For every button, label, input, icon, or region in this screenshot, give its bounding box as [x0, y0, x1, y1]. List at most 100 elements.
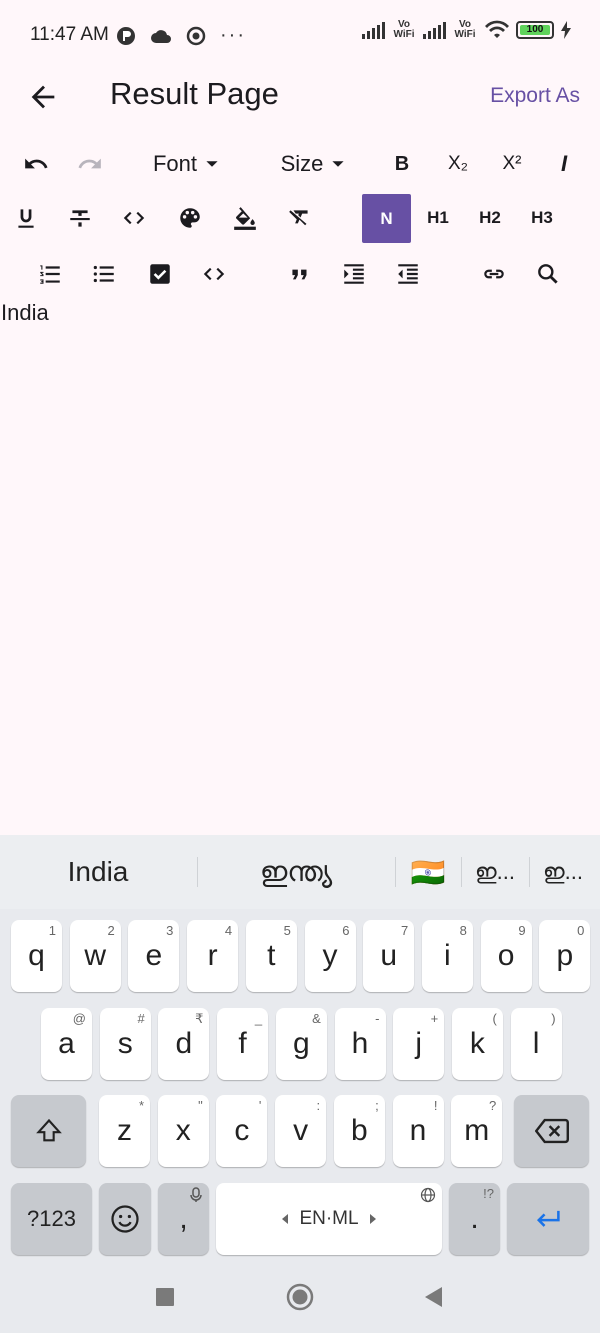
checklist-button[interactable]: [142, 250, 178, 298]
search-button[interactable]: [530, 250, 566, 298]
code-icon: [203, 267, 225, 281]
indent-decrease-button[interactable]: [390, 250, 426, 298]
key-w[interactable]: w2: [69, 920, 121, 992]
code-icon: [123, 211, 145, 225]
symbols-key[interactable]: ?123: [11, 1183, 92, 1255]
bold-button[interactable]: B: [384, 140, 420, 188]
enter-key[interactable]: [507, 1183, 589, 1255]
key-label: g: [292, 1027, 310, 1060]
signal-2-icon: [423, 21, 446, 39]
quote-button[interactable]: [282, 250, 318, 298]
key-g[interactable]: g &: [275, 1008, 327, 1080]
normal-text-button[interactable]: N: [362, 194, 411, 243]
export-as-button[interactable]: Export As: [490, 84, 580, 108]
background-color-button[interactable]: [227, 194, 263, 242]
bullet-list-button[interactable]: [86, 250, 122, 298]
redo-button[interactable]: [72, 140, 108, 188]
key-f[interactable]: f _: [217, 1008, 269, 1080]
key-b[interactable]: b;: [333, 1095, 385, 1167]
battery-level: 100: [520, 25, 550, 35]
numbered-list-button[interactable]: [32, 250, 68, 298]
heading-3-button[interactable]: H3: [524, 194, 560, 242]
key-e[interactable]: e3: [128, 920, 180, 992]
key-label: h: [351, 1027, 369, 1060]
emoji-key[interactable]: [99, 1183, 151, 1255]
charging-icon: [561, 21, 571, 39]
indent-increase-button[interactable]: [336, 250, 372, 298]
link-button[interactable]: [476, 250, 512, 298]
key-hint: :: [316, 1098, 321, 1113]
key-a[interactable]: a @: [41, 1008, 92, 1080]
suggestion-3-flag[interactable]: 🇮🇳: [396, 835, 460, 909]
emoji-icon: [111, 1205, 139, 1233]
key-y[interactable]: y6: [304, 920, 356, 992]
key-k[interactable]: k(: [451, 1008, 503, 1080]
key-t[interactable]: t5: [245, 920, 297, 992]
editor-content[interactable]: India: [0, 296, 600, 326]
superscript-button[interactable]: X²: [494, 140, 530, 188]
key-hint: ": [198, 1098, 203, 1113]
key-l[interactable]: l): [510, 1008, 562, 1080]
shift-key[interactable]: [11, 1095, 86, 1167]
strikethrough-button[interactable]: [62, 194, 98, 242]
backspace-key[interactable]: [514, 1095, 589, 1167]
key-q[interactable]: q1: [11, 920, 62, 992]
home-button[interactable]: [282, 1279, 318, 1315]
dropdown-arrow-icon: [206, 161, 218, 167]
key-z[interactable]: z *: [99, 1095, 150, 1167]
key-v[interactable]: v:: [275, 1095, 327, 1167]
key-s[interactable]: s #: [99, 1008, 151, 1080]
key-j[interactable]: j +: [393, 1008, 445, 1080]
back-button[interactable]: [26, 80, 60, 114]
underline-button[interactable]: [8, 194, 44, 242]
toolbar-row-1: Font Size B X₂ X² I: [0, 140, 600, 188]
key-n[interactable]: n!: [392, 1095, 444, 1167]
key-o[interactable]: o9: [480, 920, 532, 992]
language-label: EN·ML: [299, 1208, 359, 1229]
italic-button[interactable]: I: [546, 140, 582, 188]
font-dropdown-label: Font: [152, 151, 198, 176]
size-dropdown[interactable]: Size: [270, 140, 356, 188]
subscript-button[interactable]: X₂: [440, 140, 476, 188]
text-color-button[interactable]: [172, 194, 208, 242]
undo-button[interactable]: [18, 140, 54, 188]
key-c[interactable]: c ': [216, 1095, 268, 1167]
key-h[interactable]: h-: [334, 1008, 386, 1080]
key-r[interactable]: r4: [187, 920, 239, 992]
key-hint: +: [430, 1011, 439, 1026]
suggestion-2[interactable]: ഇന്ത്യ: [198, 835, 394, 909]
recents-button[interactable]: [147, 1279, 183, 1315]
key-p[interactable]: p0: [539, 920, 591, 992]
back-nav-button[interactable]: [416, 1279, 452, 1315]
suggestion-4[interactable]: ഇ...: [462, 835, 528, 909]
key-label: a: [58, 1027, 75, 1060]
space-key-language: EN·ML: [281, 1208, 376, 1230]
format-clear-icon: [289, 210, 308, 226]
key-hint: ?: [488, 1098, 497, 1113]
format-color-fill-icon: [234, 207, 256, 230]
key-m[interactable]: m?: [451, 1095, 503, 1167]
indent-increase-icon: [344, 264, 364, 284]
code-block-button[interactable]: [196, 250, 232, 298]
font-dropdown[interactable]: Font: [140, 140, 232, 188]
system-icons: Vo WiFi Vo WiFi 100: [362, 20, 572, 40]
clear-format-button[interactable]: [282, 194, 318, 242]
key-label: s: [117, 1027, 133, 1060]
suggestion-1[interactable]: India: [0, 835, 196, 909]
app-bar: Result Page Export As: [0, 70, 600, 126]
space-key[interactable]: EN·ML: [216, 1183, 442, 1255]
period-key[interactable]: . !?: [449, 1183, 500, 1255]
key-d[interactable]: d ₹: [158, 1008, 210, 1080]
key-hint: &: [312, 1011, 321, 1026]
key-label: z: [117, 1114, 132, 1147]
inline-code-button[interactable]: [116, 194, 152, 242]
heading-2-button[interactable]: H2: [472, 194, 508, 242]
key-x[interactable]: x ": [157, 1095, 209, 1167]
key-u[interactable]: u7: [363, 920, 415, 992]
key-i[interactable]: i8: [421, 920, 473, 992]
editor-area[interactable]: India: [0, 296, 600, 832]
heading-1-button[interactable]: H1: [420, 194, 456, 242]
comma-key[interactable]: ,: [158, 1183, 209, 1255]
suggestion-5[interactable]: ഇ...: [530, 835, 596, 909]
notification-icons: ···: [116, 24, 246, 47]
